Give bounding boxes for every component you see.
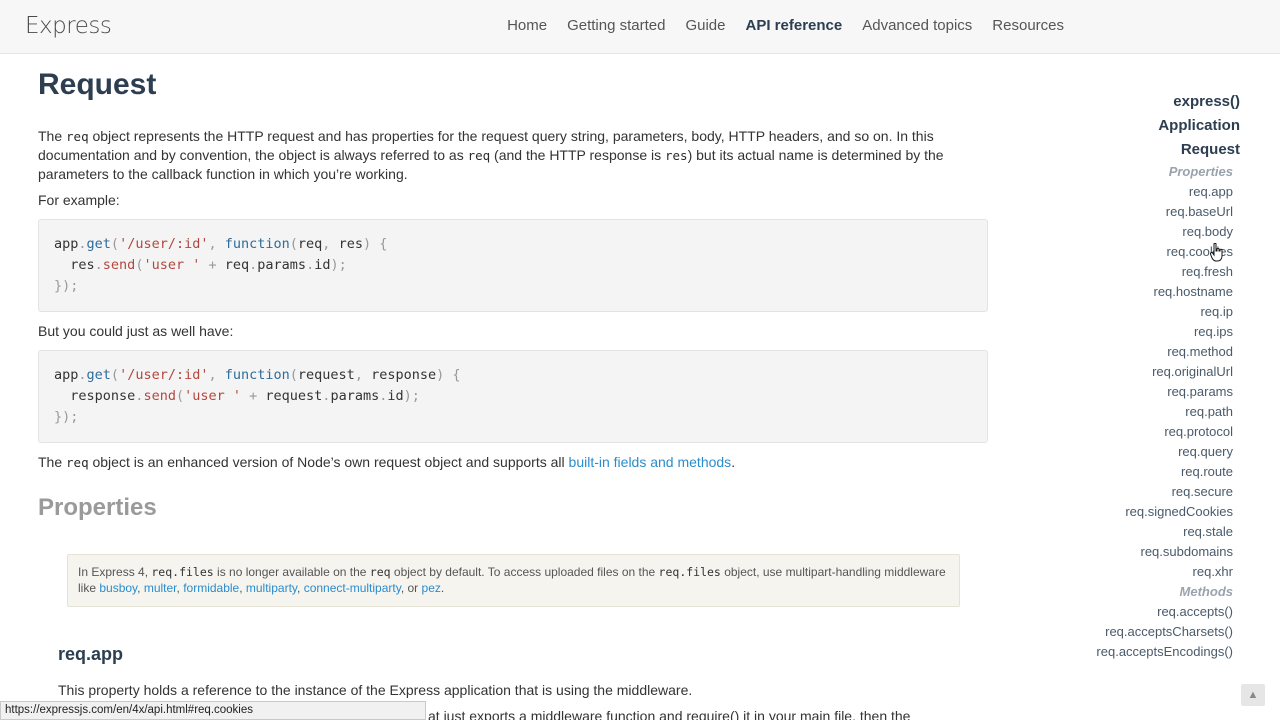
multer-link[interactable]: multer xyxy=(144,581,177,595)
toc-application[interactable]: Application xyxy=(1040,114,1240,138)
formidable-link[interactable]: formidable xyxy=(183,581,239,595)
toc-item[interactable]: req.acceptsCharsets() xyxy=(1040,622,1233,642)
toc-item[interactable]: req.signedCookies xyxy=(1040,502,1233,522)
toc-express[interactable]: express() xyxy=(1040,90,1240,114)
arrow-up-icon: ▲ xyxy=(1247,689,1259,701)
scroll-to-top-button[interactable]: ▲ xyxy=(1241,684,1265,706)
toc-item[interactable]: req.originalUrl xyxy=(1040,362,1233,382)
toc-item[interactable]: req.app xyxy=(1040,182,1233,202)
for-example-text: For example: xyxy=(38,192,120,208)
toc-item[interactable]: req.query xyxy=(1040,442,1233,462)
code-example-1: app.get('/user/:id', function(req, res) … xyxy=(38,219,988,312)
nav-resources[interactable]: Resources xyxy=(992,17,1064,34)
toc-methods-label: Methods xyxy=(1179,584,1233,599)
nav-guide[interactable]: Guide xyxy=(685,17,725,34)
toc-item[interactable]: req.ips xyxy=(1040,322,1233,342)
toc-item[interactable]: req.route xyxy=(1040,462,1233,482)
partial-paragraph-text: at just exports a middleware function an… xyxy=(428,708,911,720)
main-nav: Home Getting started Guide API reference… xyxy=(507,17,1064,34)
enhanced-paragraph: The req object is an enhanced version of… xyxy=(38,454,736,470)
toc-item[interactable]: req.accepts() xyxy=(1040,602,1233,622)
but-could-text: But you could just as well have: xyxy=(38,323,234,339)
toc-item[interactable]: req.subdomains xyxy=(1040,542,1234,562)
toc-item[interactable]: req.baseUrl xyxy=(1040,202,1233,222)
busboy-link[interactable]: busboy xyxy=(99,581,137,595)
toc-item[interactable]: req.acceptsEncodings() xyxy=(1040,642,1233,662)
toc-properties-label: Properties xyxy=(1168,164,1233,179)
status-bar-url: https://expressjs.com/en/4x/api.html#req… xyxy=(0,701,426,720)
code-example-2: app.get('/user/:id', function(request, r… xyxy=(38,350,988,443)
toc-item[interactable]: req.ip xyxy=(1040,302,1233,322)
toc-item[interactable]: req.xhr xyxy=(1040,562,1233,582)
nav-api-reference[interactable]: API reference xyxy=(746,17,843,34)
inline-code-res: res xyxy=(665,148,688,163)
inline-code-req: req xyxy=(66,129,89,144)
toc-item[interactable]: req.stale xyxy=(1040,522,1233,542)
note-box: In Express 4, req.files is no longer ava… xyxy=(67,554,960,607)
pez-link[interactable]: pez xyxy=(422,581,441,595)
intro-paragraph: The req object represents the HTTP reque… xyxy=(38,128,944,182)
toc-item[interactable]: req.hostname xyxy=(1040,282,1234,302)
hand-pointer-icon xyxy=(1210,243,1223,262)
nav-advanced-topics[interactable]: Advanced topics xyxy=(862,17,972,34)
toc-request[interactable]: Request xyxy=(1040,138,1240,162)
page-title: Request xyxy=(38,68,157,101)
toc-item[interactable]: req.body xyxy=(1040,222,1233,242)
nav-getting-started[interactable]: Getting started xyxy=(567,17,665,34)
built-in-fields-link[interactable]: built-in fields and methods xyxy=(569,454,732,470)
multiparty-link[interactable]: multiparty xyxy=(246,581,297,595)
top-navbar: Express Home Getting started Guide API r… xyxy=(0,0,1280,54)
inline-code-req: req xyxy=(467,148,491,163)
toc-item[interactable]: req.protocol xyxy=(1040,422,1233,442)
properties-heading: Properties xyxy=(38,494,157,521)
express-logo[interactable]: Express xyxy=(25,13,112,39)
toc-item[interactable]: req.method xyxy=(1040,342,1233,362)
toc-item[interactable]: req.params xyxy=(1040,382,1233,402)
toc-item[interactable]: req.secure xyxy=(1040,482,1233,502)
connect-multiparty-link[interactable]: connect-multiparty xyxy=(304,581,401,595)
toc-item-cookies[interactable]: req.cookies xyxy=(1040,242,1233,262)
req-app-heading: req.app xyxy=(58,644,124,664)
toc-sidebar: express() Application Request Properties… xyxy=(1040,90,1240,662)
nav-home[interactable]: Home xyxy=(507,17,547,34)
toc-item[interactable]: req.path xyxy=(1040,402,1233,422)
req-app-description: This property holds a reference to the i… xyxy=(58,682,693,698)
toc-item[interactable]: req.fresh xyxy=(1040,262,1233,282)
